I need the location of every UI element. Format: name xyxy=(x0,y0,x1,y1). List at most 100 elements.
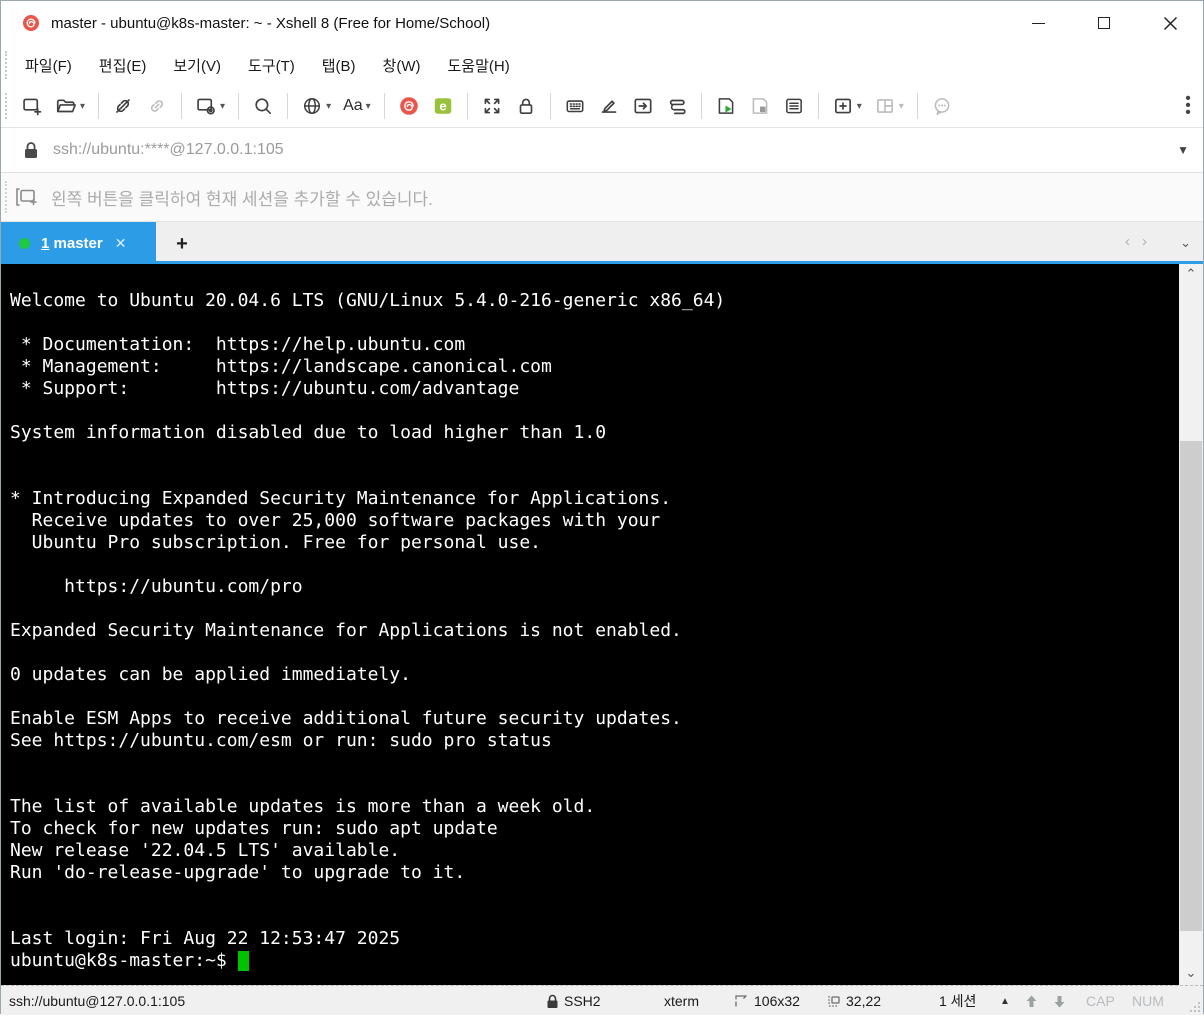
status-caps-lock: CAP xyxy=(1086,993,1115,1009)
split-layout-caret-icon[interactable]: ▾ xyxy=(899,101,904,112)
new-window-icon xyxy=(834,98,851,114)
new-window-caret-icon[interactable]: ▾ xyxy=(857,101,862,112)
virtual-keyboard-icon xyxy=(566,100,584,113)
status-terminal-type: xterm xyxy=(664,993,699,1009)
menu-view[interactable]: 보기(V) xyxy=(173,55,221,76)
cursor-position-icon xyxy=(828,996,840,1007)
font-button[interactable]: Aa ▾ xyxy=(339,91,375,121)
session-properties-caret-icon[interactable]: ▾ xyxy=(220,101,225,112)
close-button[interactable] xyxy=(1137,1,1203,45)
address-lock-icon xyxy=(25,142,37,158)
minimize-button[interactable] xyxy=(1005,1,1071,45)
lock-icon xyxy=(519,98,533,114)
toolbar-separator xyxy=(238,93,240,119)
address-dropdown-icon[interactable]: ▼ xyxy=(1177,143,1189,157)
launch-xftp-button[interactable]: e xyxy=(428,91,458,121)
tab-scroll-arrows[interactable]: ‹› xyxy=(1125,233,1159,250)
stop-script-icon xyxy=(752,98,768,114)
status-num-lock: NUM xyxy=(1132,993,1164,1009)
scrollbar-thumb[interactable] xyxy=(1180,441,1202,931)
address-url[interactable]: ssh://ubuntu:****@127.0.0.1:105 xyxy=(53,141,284,159)
terminal-area[interactable]: Welcome to Ubuntu 20.04.6 LTS (GNU/Linux… xyxy=(1,264,1181,985)
scroll-down-icon[interactable]: ⌄ xyxy=(1179,965,1203,983)
new-window-button[interactable]: ▾ xyxy=(828,91,866,121)
address-bar[interactable]: ssh://ubuntu:****@127.0.0.1:105 ▼ xyxy=(1,128,1203,173)
title-bar: master - ubuntu@k8s-master: ~ - Xshell 8… xyxy=(1,1,1203,45)
font-caret-icon[interactable]: ▾ xyxy=(366,101,371,112)
maximize-button[interactable] xyxy=(1071,1,1137,45)
menu-tab[interactable]: 탭(B) xyxy=(322,55,356,76)
session-properties-icon xyxy=(197,98,215,115)
open-session-button[interactable]: ▾ xyxy=(51,91,89,121)
encoding-button[interactable]: ▾ xyxy=(297,91,335,121)
search-icon xyxy=(255,98,272,114)
scroll-top-arrow-icon[interactable] xyxy=(1024,986,1039,1016)
reconnect-button[interactable] xyxy=(142,91,172,121)
toolbar-separator xyxy=(700,93,702,119)
open-session-caret-icon[interactable]: ▾ xyxy=(80,101,85,112)
window-title: master - ubuntu@k8s-master: ~ - Xshell 8… xyxy=(51,14,491,32)
new-tab-button[interactable]: + xyxy=(169,231,195,257)
font-button-label: Aa xyxy=(343,97,363,114)
menu-file[interactable]: 파일(F) xyxy=(25,55,72,76)
toolbar-separator xyxy=(181,93,183,119)
resize-grip[interactable] xyxy=(1189,1001,1201,1013)
add-session-hint-icon xyxy=(16,188,37,206)
xshell-logo-icon xyxy=(23,15,39,31)
tab-close-icon[interactable]: ✕ xyxy=(115,235,127,252)
chat-bubble-icon xyxy=(934,98,950,116)
fullscreen-button[interactable] xyxy=(477,91,507,121)
split-layout-icon xyxy=(876,99,893,113)
launch-xshell-button[interactable] xyxy=(394,91,424,121)
status-protocol: SSH2 xyxy=(546,986,601,1016)
toolbar-separator xyxy=(98,93,100,119)
menu-tools[interactable]: 도구(T) xyxy=(248,55,295,76)
menu-help[interactable]: 도움말(H) xyxy=(448,55,510,76)
chat-button[interactable] xyxy=(927,91,957,121)
fullscreen-icon xyxy=(484,98,500,114)
log-button[interactable] xyxy=(779,91,809,121)
status-session-count[interactable]: 1 세션 xyxy=(939,986,976,1016)
tab-master[interactable]: 1 master ✕ xyxy=(1,222,156,264)
find-button[interactable] xyxy=(248,91,278,121)
encoding-caret-icon[interactable]: ▾ xyxy=(326,101,331,112)
send-to-terminal-icon xyxy=(634,98,652,114)
xshell-icon xyxy=(399,97,418,115)
log-document-icon xyxy=(785,98,802,114)
run-script-button[interactable] xyxy=(711,91,741,121)
tab-bar: 1 master ✕ + ‹› ⌄ xyxy=(1,222,1203,264)
send-input-button[interactable] xyxy=(628,91,658,121)
script-button[interactable] xyxy=(662,91,692,121)
toolbar-overflow-icon[interactable]: • • • xyxy=(1181,91,1195,121)
tab-label: 1 master xyxy=(41,234,103,252)
status-cursor-position: 32,22 xyxy=(827,986,881,1016)
scroll-bottom-arrow-icon[interactable] xyxy=(1052,986,1067,1016)
session-properties-button[interactable]: ▾ xyxy=(191,91,229,121)
compose-pane-button[interactable] xyxy=(594,91,624,121)
menu-edit[interactable]: 편집(E) xyxy=(99,55,147,76)
encoding-globe-icon xyxy=(304,97,321,115)
new-session-icon xyxy=(23,98,42,116)
vertical-scrollbar[interactable]: ⌃ ⌄ xyxy=(1179,264,1203,985)
menu-window[interactable]: 창(W) xyxy=(383,55,421,76)
scroll-up-icon[interactable]: ⌃ xyxy=(1179,266,1203,284)
stop-script-button[interactable] xyxy=(745,91,775,121)
connected-status-dot xyxy=(19,237,30,249)
terminal-text: Welcome to Ubuntu 20.04.6 LTS (GNU/Linux… xyxy=(10,290,726,971)
disconnect-button[interactable] xyxy=(108,91,138,121)
toolbar-separator xyxy=(466,93,468,119)
new-session-button[interactable] xyxy=(17,91,47,121)
maximize-icon xyxy=(1098,17,1110,29)
terminal-cursor xyxy=(237,951,249,971)
toolbar-separator xyxy=(549,93,551,119)
disconnect-icon xyxy=(116,99,130,113)
lock-screen-button[interactable] xyxy=(511,91,541,121)
terminal-output: Welcome to Ubuntu 20.04.6 LTS (GNU/Linux… xyxy=(1,264,1181,972)
open-folder-icon xyxy=(56,99,76,113)
session-count-dropdown-icon[interactable]: ▲ xyxy=(1000,986,1010,1016)
tab-list-dropdown-icon[interactable]: ⌄ xyxy=(1180,235,1191,251)
virtual-keyboard-button[interactable] xyxy=(560,91,590,121)
split-layout-button[interactable]: ▾ xyxy=(870,91,908,121)
status-bar: ssh://ubuntu@127.0.0.1:105 SSH2 xterm 10… xyxy=(1,985,1203,1015)
close-icon xyxy=(1163,16,1177,30)
